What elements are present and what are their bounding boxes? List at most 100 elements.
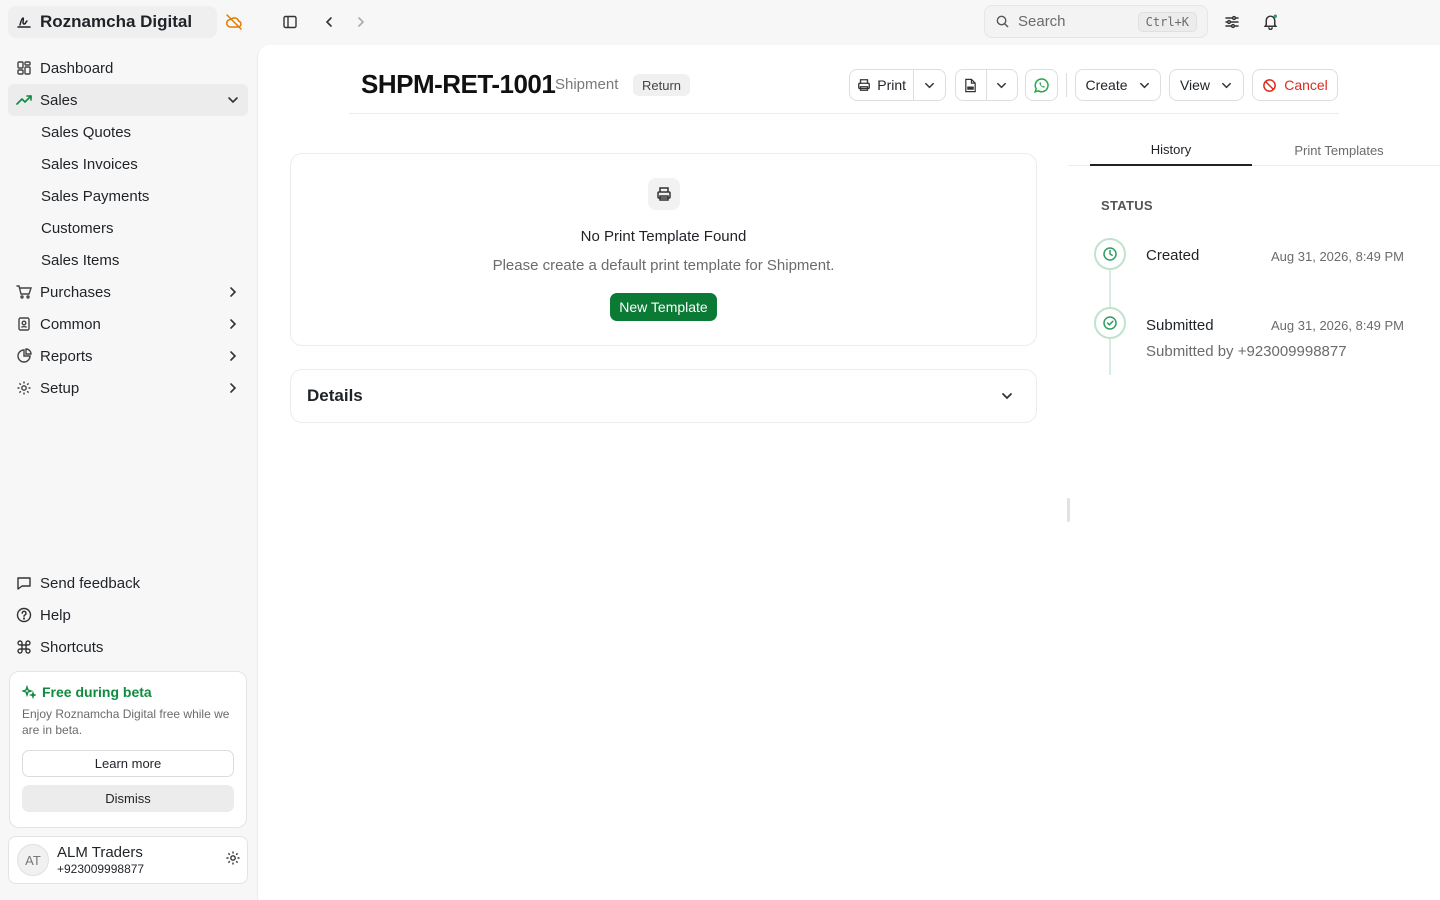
sidebar-item-purchases[interactable]: Purchases	[8, 276, 248, 308]
tab-print-templates[interactable]: Print Templates	[1256, 135, 1422, 166]
forward-icon[interactable]	[354, 15, 368, 29]
shortcuts-link[interactable]: Shortcuts	[8, 631, 248, 663]
org-switcher[interactable]: Roznamcha Digital	[8, 6, 217, 38]
command-icon	[16, 639, 32, 655]
sidebar-nav: Dashboard Sales Sales Quotes Sales Invoi…	[8, 52, 248, 404]
user-card[interactable]: AT ALM Traders +923009998877	[8, 836, 248, 884]
print-label: Print	[877, 77, 907, 93]
sidebar-subitem-sales-quotes[interactable]: Sales Quotes	[8, 116, 248, 148]
timeline-event-date: Aug 31, 2026, 8:49 PM	[1271, 318, 1404, 333]
sidebar-footer-links: Send feedback Help Shortcuts	[8, 567, 248, 663]
check-circle-icon	[1094, 307, 1126, 339]
search-input[interactable]: Search Ctrl+K	[984, 5, 1208, 38]
pdf-file-icon	[963, 78, 978, 93]
header-divider	[349, 113, 1339, 114]
chevron-right-icon	[226, 381, 240, 395]
beta-promo-card: Free during beta Enjoy Roznamcha Digital…	[9, 671, 247, 828]
print-button[interactable]: Print	[850, 70, 913, 100]
chevron-down-icon	[226, 93, 240, 107]
sidebar-toggle-icon[interactable]	[282, 14, 298, 30]
chevron-down-icon	[1138, 79, 1151, 92]
cart-icon	[16, 284, 32, 300]
create-label: Create	[1085, 77, 1128, 93]
view-label: View	[1179, 77, 1211, 93]
no-template-description: Please create a default print template f…	[492, 257, 835, 274]
notifications-bell-icon[interactable]	[1262, 13, 1279, 30]
dashboard-icon	[16, 60, 32, 76]
settings-gear-icon[interactable]	[225, 850, 241, 866]
chevron-right-icon	[226, 317, 240, 331]
chevron-down-icon	[995, 79, 1008, 92]
new-template-button[interactable]: New Template	[610, 293, 717, 321]
create-dropdown-button[interactable]: Create	[1075, 69, 1161, 101]
sidebar-subitem-sales-invoices[interactable]: Sales Invoices	[8, 148, 248, 180]
sliders-icon[interactable]	[1224, 14, 1240, 30]
print-button-group: Print	[849, 69, 946, 101]
send-feedback-link[interactable]: Send feedback	[8, 567, 248, 599]
cloud-off-icon[interactable]	[225, 13, 243, 31]
sidebar-item-label: Reports	[40, 347, 93, 365]
sidebar-item-label: Dashboard	[40, 59, 114, 77]
app-title: Roznamcha Digital	[40, 12, 193, 31]
sidebar: Roznamcha Digital Dashboard Sales Sales …	[0, 0, 257, 900]
printer-icon	[648, 178, 680, 210]
pdf-options-button[interactable]	[987, 70, 1018, 100]
user-name: ALM Traders	[57, 844, 143, 861]
clock-icon	[1094, 238, 1126, 270]
help-label: Help	[40, 606, 71, 624]
timeline-event-title: Submitted	[1146, 317, 1214, 334]
sidebar-subitem-sales-payments[interactable]: Sales Payments	[8, 180, 248, 212]
print-options-button[interactable]	[914, 70, 945, 100]
side-panel-tabs: History Print Templates	[1068, 135, 1440, 166]
timeline-event-date: Aug 31, 2026, 8:49 PM	[1271, 249, 1404, 264]
signature-icon	[16, 14, 32, 30]
sidebar-item-label: Sales	[40, 91, 78, 109]
pdf-button[interactable]	[956, 70, 986, 100]
search-icon	[995, 14, 1010, 29]
main-panel: SHPM-RET-1001 Shipment Return Print Crea…	[257, 45, 1440, 900]
whatsapp-button[interactable]	[1025, 69, 1058, 101]
print-preview-card: No Print Template Found Please create a …	[290, 153, 1037, 346]
pdf-button-group	[955, 69, 1018, 101]
sidebar-item-dashboard[interactable]: Dashboard	[8, 52, 248, 84]
whatsapp-icon	[1033, 77, 1050, 94]
avatar: AT	[17, 844, 49, 876]
cancel-label: Cancel	[1284, 77, 1328, 93]
printer-icon	[857, 78, 871, 92]
page-title: SHPM-RET-1001	[361, 69, 556, 99]
details-title: Details	[307, 386, 363, 405]
chevron-right-icon	[226, 285, 240, 299]
document-type: Shipment	[555, 76, 619, 93]
help-link[interactable]: Help	[8, 599, 248, 631]
learn-more-button[interactable]: Learn more	[22, 750, 234, 777]
sidebar-item-setup[interactable]: Setup	[8, 372, 248, 404]
user-info: ALM Traders +923009998877	[57, 844, 144, 876]
send-feedback-label: Send feedback	[40, 574, 141, 592]
back-icon[interactable]	[322, 15, 336, 29]
sidebar-subitem-sales-items[interactable]: Sales Items	[8, 244, 248, 276]
status-badge: Return	[633, 74, 691, 96]
sidebar-item-reports[interactable]: Reports	[8, 340, 248, 372]
gear-icon	[16, 380, 32, 396]
beta-description: Enjoy Roznamcha Digital free while we ar…	[22, 707, 230, 737]
timeline-event-title: Created	[1146, 247, 1200, 264]
no-template-title: No Print Template Found	[580, 228, 747, 245]
sparkles-icon	[22, 685, 36, 699]
sidebar-item-label: Purchases	[40, 283, 111, 301]
cancel-button[interactable]: Cancel	[1252, 69, 1338, 101]
beta-title: Free during beta	[22, 684, 234, 700]
panel-resize-handle[interactable]	[1067, 498, 1070, 522]
timeline-event-subtitle: Submitted by +923009998877	[1146, 343, 1347, 360]
sidebar-item-common[interactable]: Common	[8, 308, 248, 340]
sidebar-subitem-customers[interactable]: Customers	[8, 212, 248, 244]
sidebar-item-label: Setup	[40, 379, 80, 397]
view-dropdown-button[interactable]: View	[1169, 69, 1244, 101]
beta-title-text: Free during beta	[42, 684, 152, 700]
trending-up-icon	[16, 92, 32, 108]
tab-history[interactable]: History	[1090, 135, 1252, 166]
toolbar-separator	[1066, 73, 1067, 97]
dismiss-button[interactable]: Dismiss	[22, 785, 234, 812]
sidebar-item-label: Common	[40, 315, 101, 333]
sidebar-item-sales[interactable]: Sales	[8, 84, 248, 116]
details-section[interactable]: Details	[290, 369, 1037, 423]
